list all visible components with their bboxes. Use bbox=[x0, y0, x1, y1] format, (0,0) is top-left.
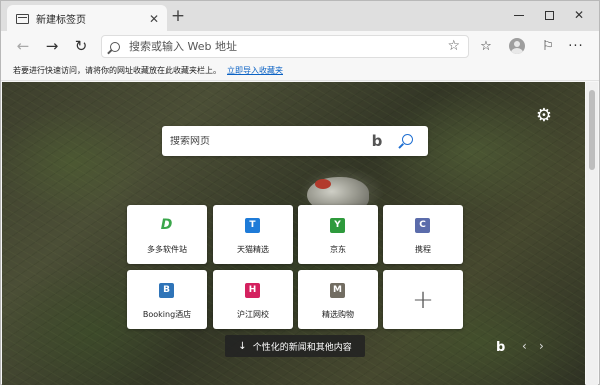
quick-link-label: 天猫精选 bbox=[237, 245, 269, 254]
browser-window: 新建标签页 ✕ + ✕ ← → ↻ ☆ ☆ ⚐ ··· 若要进行快速访问，请将你… bbox=[0, 0, 600, 385]
add-favorite-star-icon[interactable]: ☆ bbox=[447, 38, 460, 54]
quick-link-label: 多多软件站 bbox=[147, 245, 187, 254]
page-settings-icon[interactable]: ⚙ bbox=[534, 106, 554, 126]
quick-link-label: 携程 bbox=[415, 245, 431, 254]
new-tab-page: ⚙ b D 多多软件站 T 天猫精选 Y 京东 C 携程 B Booking酒店 bbox=[2, 82, 585, 385]
hujiang-letter-icon: H bbox=[245, 283, 260, 298]
reload-button[interactable]: ↻ bbox=[71, 36, 91, 56]
bing-logo-icon: b bbox=[496, 340, 506, 355]
favorites-star-list-icon: ☆ bbox=[480, 38, 492, 54]
import-favorites-link[interactable]: 立即导入收藏夹 bbox=[227, 65, 283, 76]
maximize-button[interactable] bbox=[534, 1, 564, 29]
quick-link-tile[interactable]: B Booking酒店 bbox=[127, 270, 207, 329]
quick-link-label: 沪江网校 bbox=[237, 310, 269, 319]
arrow-down-icon: ↓ bbox=[238, 340, 247, 352]
ctrip-letter-icon: C bbox=[415, 218, 430, 233]
quick-link-tile[interactable]: H 沪江网校 bbox=[213, 270, 293, 329]
avatar-icon bbox=[509, 38, 525, 54]
favorites-button[interactable]: ☆ bbox=[476, 36, 496, 56]
plus-icon: + bbox=[412, 284, 434, 315]
previous-image-button[interactable]: ‹ bbox=[522, 339, 527, 353]
add-quick-link-button[interactable]: + bbox=[383, 270, 463, 329]
booking-letter-icon: B bbox=[159, 283, 174, 298]
next-image-button[interactable]: › bbox=[539, 339, 544, 353]
tab-new-tab[interactable]: 新建标签页 ✕ bbox=[7, 5, 167, 32]
window-close-button[interactable]: ✕ bbox=[564, 1, 594, 29]
forward-button[interactable]: → bbox=[42, 36, 62, 56]
feedback-icon: ⚐ bbox=[542, 38, 554, 54]
quick-link-tile[interactable]: C 携程 bbox=[383, 205, 463, 264]
new-tab-button[interactable]: + bbox=[169, 8, 187, 26]
quick-link-tile[interactable]: T 天猫精选 bbox=[213, 205, 293, 264]
tab-close-icon[interactable]: ✕ bbox=[145, 12, 163, 26]
tab-title: 新建标签页 bbox=[36, 15, 86, 26]
quick-link-tile[interactable]: M 精选购物 bbox=[298, 270, 378, 329]
search-submit-icon[interactable] bbox=[398, 133, 414, 149]
web-search-box[interactable]: b bbox=[162, 126, 428, 156]
address-bar[interactable]: ☆ bbox=[101, 35, 469, 58]
quick-link-label: Booking酒店 bbox=[142, 310, 192, 319]
background-bird-head bbox=[315, 179, 331, 189]
search-icon bbox=[110, 41, 120, 52]
tmall-letter-icon: T bbox=[245, 218, 260, 233]
minimize-icon bbox=[514, 14, 524, 16]
quick-link-tile[interactable]: Y 京东 bbox=[298, 205, 378, 264]
personalized-news-button[interactable]: ↓ 个性化的新闻和其他内容 bbox=[225, 335, 365, 357]
profile-button[interactable] bbox=[507, 36, 527, 56]
title-bar: 新建标签页 ✕ + ✕ bbox=[1, 1, 599, 32]
shopping-letter-icon: M bbox=[330, 283, 345, 298]
duoduo-logo-icon: D bbox=[160, 217, 173, 233]
back-button[interactable]: ← bbox=[13, 36, 33, 56]
feedback-button[interactable]: ⚐ bbox=[538, 36, 558, 56]
navigation-toolbar: ← → ↻ ☆ ☆ ⚐ ··· bbox=[1, 31, 599, 61]
more-menu-button[interactable]: ··· bbox=[566, 36, 586, 56]
page-scrollbar[interactable] bbox=[586, 82, 598, 385]
web-search-input[interactable] bbox=[170, 135, 360, 147]
quick-link-label: 精选购物 bbox=[322, 310, 354, 319]
jd-letter-icon: Y bbox=[330, 218, 345, 233]
favorites-bar: 若要进行快速访问，请将你的网址收藏放在此收藏夹栏上。 立即导入收藏夹 bbox=[1, 61, 599, 81]
bing-icon: b bbox=[371, 132, 383, 150]
quick-link-label: 京东 bbox=[330, 245, 346, 254]
favorites-bar-message: 若要进行快速访问，请将你的网址收藏放在此收藏夹栏上。 bbox=[13, 66, 221, 75]
scrollbar-thumb[interactable] bbox=[589, 90, 595, 170]
new-tab-page-icon bbox=[16, 13, 29, 24]
maximize-icon bbox=[544, 10, 554, 20]
address-input[interactable] bbox=[129, 40, 429, 53]
personalized-news-label: 个性化的新闻和其他内容 bbox=[252, 342, 352, 353]
quick-link-tile[interactable]: D 多多软件站 bbox=[127, 205, 207, 264]
minimize-button[interactable] bbox=[504, 1, 534, 29]
